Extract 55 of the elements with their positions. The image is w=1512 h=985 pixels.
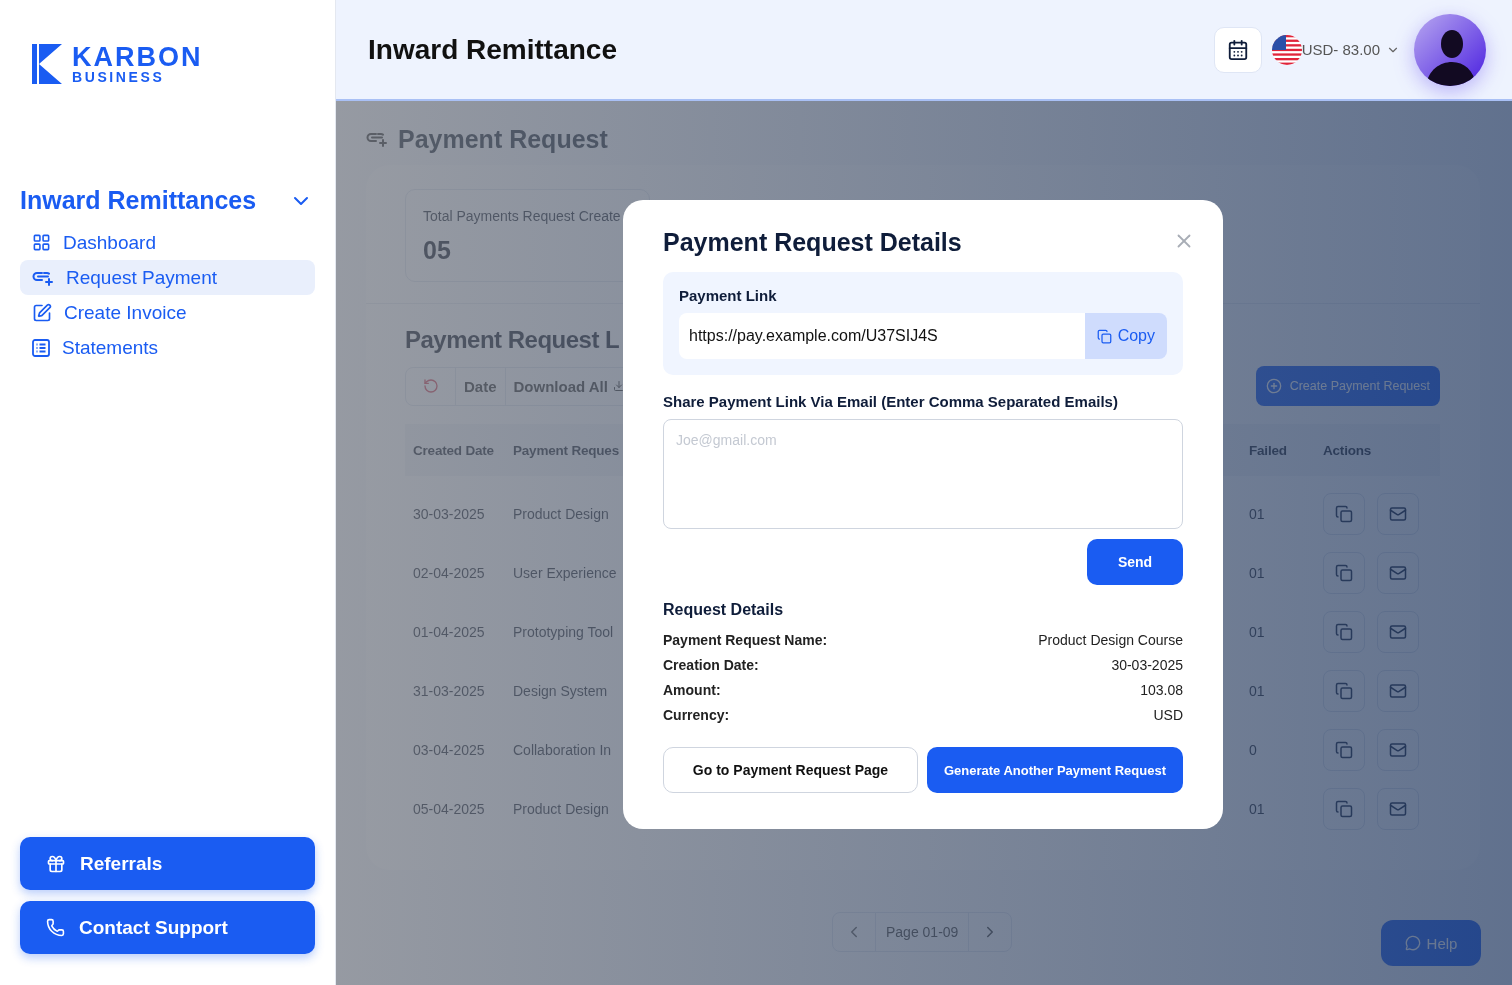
logo-tagline: BUSINESS (72, 70, 166, 84)
table-cell: 01 (1249, 564, 1265, 581)
table-cell: Collaboration In (513, 741, 612, 758)
page-heading: Inward Remittance (368, 33, 618, 66)
column-header: Failed (1249, 442, 1287, 458)
detail-value: USD (1153, 706, 1183, 723)
table-cell: 01-04-2025 (413, 623, 485, 640)
generate-button[interactable]: Generate Another Payment Request (927, 747, 1183, 793)
currency-selector[interactable]: USD- 83.00 (1301, 41, 1414, 58)
logo-name: KARBON (72, 44, 203, 70)
copy-link-button[interactable]: Copy (1084, 313, 1167, 359)
detail-label: Amount: (663, 681, 721, 698)
detail-label: Payment Request Name: (663, 631, 828, 648)
detail-value: 103.08 (1140, 681, 1183, 698)
column-header: Actions (1323, 442, 1372, 458)
table-cell: 01 (1249, 800, 1265, 817)
go-to-page-button[interactable]: Go to Payment Request Page (663, 747, 918, 793)
table-cell: Product Design (513, 505, 609, 522)
nav-item[interactable]: Statements (20, 330, 315, 365)
table-cell: 30-03-2025 (413, 505, 485, 522)
detail-value: 30-03-2025 (1111, 656, 1183, 673)
list-heading: Payment Request L (405, 326, 620, 355)
table-cell: 02-04-2025 (413, 564, 485, 581)
table-cell: Product Design (513, 800, 609, 817)
table-cell: User Experience (513, 564, 617, 581)
details-heading: Request Details (663, 601, 785, 619)
nav-item[interactable]: Dashboard (20, 225, 315, 260)
detail-value: Product Design Course (1038, 631, 1183, 648)
support-button[interactable]: Contact Support (20, 901, 315, 954)
stat-value: 05 (423, 236, 451, 265)
table-cell: Design System (513, 682, 608, 699)
detail-label: Currency: (663, 706, 730, 723)
link-field[interactable]: https://pay.example.com/U37SIJ4S (679, 313, 1085, 359)
table-cell: 05-04-2025 (413, 800, 485, 817)
section-title: Inward Remittances (20, 186, 257, 215)
column-header: Created Date (413, 442, 494, 458)
nav-item[interactable]: Request Payment (20, 260, 315, 295)
email-field[interactable]: Joe@gmail.com (663, 419, 1183, 529)
column-header: Payment Reques (513, 442, 619, 458)
section-heading: Payment Request (398, 124, 608, 154)
detail-label: Creation Date: (663, 656, 759, 673)
table-cell: 0 (1249, 741, 1257, 758)
table-cell: 03-04-2025 (413, 741, 485, 758)
table-cell: 31-03-2025 (413, 682, 485, 699)
send-button[interactable]: Send (1087, 539, 1183, 585)
table-cell: 01 (1249, 505, 1265, 522)
field-label: Payment Link (679, 287, 778, 304)
field-label: Share Payment Link Via Email (Enter Comma Separated Emails) (663, 393, 1119, 410)
referrals-button[interactable]: Referrals (20, 837, 315, 890)
nav-item[interactable]: Create Invoice (20, 295, 315, 330)
table-cell: Prototyping Tool (513, 623, 614, 640)
stat-label: Total Payments Request Create (423, 208, 621, 224)
table-cell: 01 (1249, 623, 1265, 640)
modal-title: Payment Request Details (663, 228, 962, 257)
table-cell: 01 (1249, 682, 1265, 699)
